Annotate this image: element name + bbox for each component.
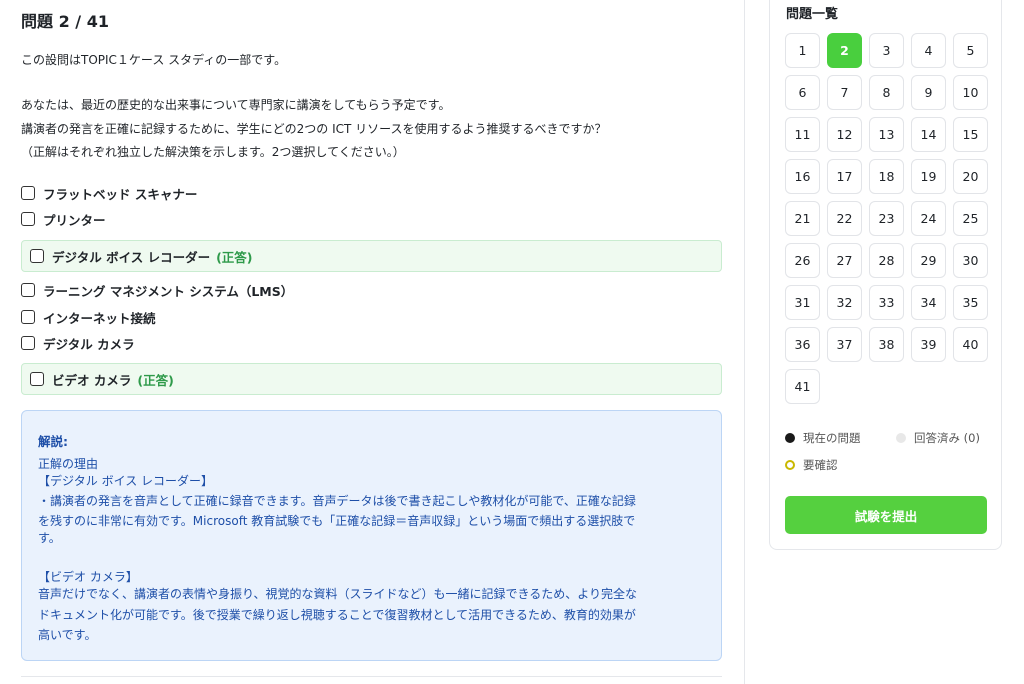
- question-number-button[interactable]: 6: [785, 75, 820, 110]
- question-number-button[interactable]: 19: [911, 159, 946, 194]
- legend-answered: 回答済み (0): [896, 430, 980, 446]
- explanation-line: を残すのに非常に有効です。Microsoft 教育試験でも「正確な記録＝音声収録…: [38, 514, 636, 528]
- question-number-button[interactable]: 35: [953, 285, 988, 320]
- option-checkbox[interactable]: [30, 249, 44, 263]
- option-label: デジタル ボイス レコーダー: [52, 249, 211, 265]
- explanation-line: 正解の理由: [38, 457, 99, 471]
- legend-current-label: 現在の問題: [803, 431, 861, 445]
- current-dot-icon: [785, 433, 795, 443]
- divider: [21, 676, 722, 677]
- explanation-line: ・講演者の発言を音声として正確に録音できます。音声データは後で書き起こしや教材化…: [38, 494, 636, 508]
- option-label: インターネット接続: [43, 310, 156, 326]
- question-number-button[interactable]: 14: [911, 117, 946, 152]
- question-number-button[interactable]: 17: [827, 159, 862, 194]
- legend-review-label: 要確認: [803, 458, 838, 472]
- question-number-button[interactable]: 28: [869, 243, 904, 278]
- question-number-button[interactable]: 27: [827, 243, 862, 278]
- option-digital-voice-recorder[interactable]: デジタル ボイス レコーダー (正答): [21, 240, 722, 272]
- option-checkbox[interactable]: [21, 310, 35, 324]
- question-number-button[interactable]: 4: [911, 33, 946, 68]
- question-number-button[interactable]: 21: [785, 201, 820, 236]
- explanation-line: 【ビデオ カメラ】: [38, 570, 138, 584]
- question-number-button[interactable]: 12: [827, 117, 862, 152]
- question-number-button[interactable]: 11: [785, 117, 820, 152]
- explanation-box: 解説: 正解の理由 【デジタル ボイス レコーダー】 ・講演者の発言を音声として…: [21, 410, 722, 661]
- question-text-line: （正解はそれぞれ独立した解決策を示します。2つ選択してください。）: [21, 145, 405, 159]
- question-number-button[interactable]: 8: [869, 75, 904, 110]
- question-list-title: 問題一覧: [786, 7, 839, 22]
- option-digital-camera[interactable]: デジタル カメラ: [21, 332, 722, 354]
- question-text-line: 講演者の発言を正確に記録するために、学生にどの2つの ICT リソースを使用する…: [21, 122, 607, 136]
- question-number-button[interactable]: 10: [953, 75, 988, 110]
- correct-answer-tag: (正答): [137, 372, 174, 388]
- question-number-button[interactable]: 34: [911, 285, 946, 320]
- option-printer[interactable]: プリンター: [21, 208, 722, 230]
- question-number-button[interactable]: 37: [827, 327, 862, 362]
- explanation-line: す。: [38, 531, 61, 545]
- question-number-button[interactable]: 22: [827, 201, 862, 236]
- explanation-line: 高いです。: [38, 628, 97, 642]
- option-label: プリンター: [43, 212, 106, 228]
- question-number-button[interactable]: 26: [785, 243, 820, 278]
- question-number-button[interactable]: 18: [869, 159, 904, 194]
- option-label: ビデオ カメラ: [52, 372, 132, 388]
- question-number-button[interactable]: 16: [785, 159, 820, 194]
- question-number-button[interactable]: 41: [785, 369, 820, 404]
- option-checkbox[interactable]: [21, 336, 35, 350]
- explanation-line: ドキュメント化が可能です。後で授業で繰り返し視聴することで復習教材として活用でき…: [38, 608, 636, 622]
- question-number-button[interactable]: 32: [827, 285, 862, 320]
- question-text-line: あなたは、最近の歴史的な出来事について専門家に講演をしてもらう予定です。: [21, 98, 451, 112]
- question-number-button[interactable]: 9: [911, 75, 946, 110]
- option-label: デジタル カメラ: [43, 336, 135, 352]
- question-number-button[interactable]: 3: [869, 33, 904, 68]
- question-number-button[interactable]: 29: [911, 243, 946, 278]
- question-number-button[interactable]: 36: [785, 327, 820, 362]
- option-checkbox[interactable]: [30, 372, 44, 386]
- option-checkbox[interactable]: [21, 212, 35, 226]
- correct-answer-tag: (正答): [216, 249, 253, 265]
- question-number-button[interactable]: 20: [953, 159, 988, 194]
- question-number-button[interactable]: 2: [827, 33, 862, 68]
- question-title: 問題 2 / 41: [21, 12, 109, 31]
- submit-exam-button[interactable]: 試験を提出: [785, 496, 987, 534]
- question-number-button[interactable]: 40: [953, 327, 988, 362]
- question-number-button[interactable]: 5: [953, 33, 988, 68]
- option-label: フラットベッド スキャナー: [43, 186, 198, 202]
- question-number-button[interactable]: 30: [953, 243, 988, 278]
- explanation-title: 解説:: [38, 434, 68, 449]
- question-number-button[interactable]: 23: [869, 201, 904, 236]
- option-checkbox[interactable]: [21, 283, 35, 297]
- question-number-button[interactable]: 25: [953, 201, 988, 236]
- question-number-button[interactable]: 33: [869, 285, 904, 320]
- legend-review: 要確認: [785, 457, 838, 473]
- option-lms[interactable]: ラーニング マネジメント システム（LMS）: [21, 279, 722, 301]
- option-label: ラーニング マネジメント システム（LMS）: [43, 283, 294, 299]
- option-internet-connection[interactable]: インターネット接続: [21, 306, 722, 328]
- question-number-button[interactable]: 15: [953, 117, 988, 152]
- question-number-button[interactable]: 13: [869, 117, 904, 152]
- question-number-button[interactable]: 24: [911, 201, 946, 236]
- question-number-button[interactable]: 1: [785, 33, 820, 68]
- option-checkbox[interactable]: [21, 186, 35, 200]
- question-number-button[interactable]: 38: [869, 327, 904, 362]
- question-number-button[interactable]: 7: [827, 75, 862, 110]
- explanation-line: 音声だけでなく、講演者の表情や身振り、視覚的な資料（スライドなど）も一緒に記録で…: [38, 587, 638, 601]
- answered-dot-icon: [896, 433, 906, 443]
- legend-current: 現在の問題: [785, 430, 861, 446]
- question-number-button[interactable]: 31: [785, 285, 820, 320]
- option-flatbed-scanner[interactable]: フラットベッド スキャナー: [21, 182, 722, 204]
- explanation-line: 【デジタル ボイス レコーダー】: [38, 474, 214, 488]
- option-video-camera[interactable]: ビデオ カメラ (正答): [21, 363, 722, 395]
- question-number-button[interactable]: 39: [911, 327, 946, 362]
- legend-answered-label: 回答済み (0): [914, 431, 980, 445]
- review-dot-icon: [785, 460, 795, 470]
- question-panel: 問題 2 / 41 この設問はTOPIC１ケース スタディの一部です。 あなたは…: [0, 0, 745, 684]
- question-text-line: この設問はTOPIC１ケース スタディの一部です。: [21, 53, 287, 67]
- panel-divider: [744, 0, 745, 684]
